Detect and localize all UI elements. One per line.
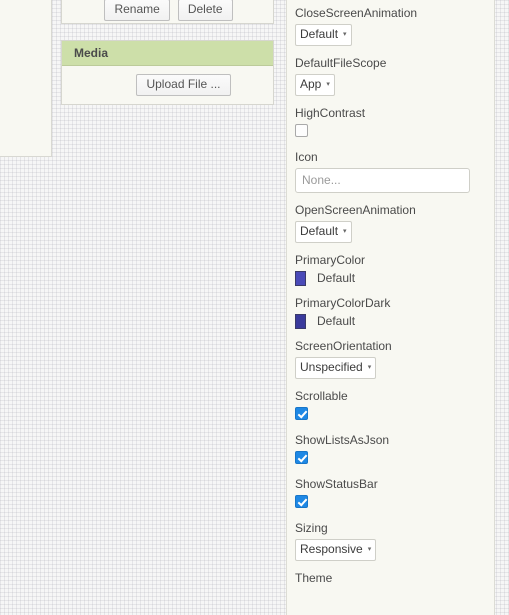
- property-label: DefaultFileScope: [295, 56, 387, 70]
- palette-sidebar: [0, 0, 52, 157]
- property-screenorientation: ScreenOrientation Unspecified ▾: [295, 339, 486, 379]
- property-theme: Theme: [295, 571, 486, 586]
- primarycolordark-picker[interactable]: Default: [295, 314, 486, 329]
- select-value: Responsive: [300, 542, 363, 556]
- property-sizing: Sizing Responsive ▾: [295, 521, 486, 561]
- components-panel: Rename Delete: [61, 0, 274, 24]
- chevron-down-icon: ▾: [367, 545, 372, 553]
- upload-file-button[interactable]: Upload File ...: [136, 74, 231, 96]
- property-showstatusbar: ShowStatusBar: [295, 477, 486, 511]
- chevron-down-icon: ▾: [343, 227, 347, 235]
- property-openscreenanimation: OpenScreenAnimation Default ▾: [295, 203, 486, 243]
- components-action-row: Rename Delete: [62, 0, 275, 21]
- sizing-select[interactable]: Responsive ▾: [295, 539, 377, 561]
- property-label: Theme: [295, 571, 333, 585]
- color-value: Default: [317, 271, 356, 285]
- property-scrollable: Scrollable: [295, 389, 486, 423]
- media-panel-body: Upload File ...: [62, 66, 273, 104]
- property-primarycolordark: PrimaryColorDark Default: [295, 296, 486, 329]
- select-value: Unspecified: [300, 360, 363, 374]
- property-label: ShowStatusBar: [295, 477, 378, 491]
- rename-button[interactable]: Rename: [104, 0, 170, 21]
- property-label: PrimaryColorDark: [295, 296, 391, 310]
- property-label: ShowListsAsJson: [295, 433, 390, 447]
- openscreenanimation-select[interactable]: Default ▾: [295, 221, 352, 243]
- color-swatch-icon: [295, 314, 306, 329]
- screenorientation-select[interactable]: Unspecified ▾: [295, 357, 377, 379]
- properties-list: CloseScreenAnimation Default ▾ DefaultFi…: [295, 0, 486, 586]
- media-panel: Media Upload File ...: [61, 40, 274, 105]
- property-icon: Icon: [295, 150, 486, 193]
- defaultfilescope-select[interactable]: App ▾: [295, 74, 335, 96]
- property-closescreenanimation: CloseScreenAnimation Default ▾: [295, 6, 486, 46]
- property-label: OpenScreenAnimation: [295, 203, 416, 217]
- chevron-down-icon: ▾: [343, 30, 347, 38]
- color-value: Default: [317, 314, 356, 328]
- showlistsasjson-checkbox[interactable]: [295, 451, 308, 464]
- select-value: Default: [300, 27, 339, 41]
- showstatusbar-checkbox[interactable]: [295, 495, 308, 508]
- delete-button[interactable]: Delete: [177, 0, 233, 21]
- property-primarycolor: PrimaryColor Default: [295, 253, 486, 286]
- property-highcontrast: HighContrast: [295, 106, 486, 140]
- property-label: Sizing: [295, 521, 328, 535]
- select-value: Default: [300, 224, 339, 238]
- property-label: ScreenOrientation: [295, 339, 392, 353]
- media-panel-title: Media: [74, 46, 109, 60]
- closescreenanimation-select[interactable]: Default ▾: [295, 24, 352, 46]
- properties-panel: CloseScreenAnimation Default ▾ DefaultFi…: [286, 0, 495, 615]
- property-label: HighContrast: [295, 106, 366, 120]
- chevron-down-icon: ▾: [367, 363, 372, 371]
- media-panel-header: Media: [62, 41, 273, 66]
- icon-input[interactable]: [295, 168, 470, 193]
- property-showlistsasjson: ShowListsAsJson: [295, 433, 486, 467]
- chevron-down-icon: ▾: [326, 80, 330, 88]
- property-defaultfilescope: DefaultFileScope App ▾: [295, 56, 486, 96]
- property-label: Icon: [295, 150, 318, 164]
- primarycolor-picker[interactable]: Default: [295, 271, 486, 286]
- scrollable-checkbox[interactable]: [295, 407, 308, 420]
- highcontrast-checkbox[interactable]: [295, 124, 308, 137]
- property-label: Scrollable: [295, 389, 348, 403]
- property-label: CloseScreenAnimation: [295, 6, 418, 20]
- color-swatch-icon: [295, 271, 306, 286]
- property-label: PrimaryColor: [295, 253, 366, 267]
- designer-canvas-background: Rename Delete Media Upload File ... Clos…: [0, 0, 509, 615]
- select-value: App: [300, 77, 322, 91]
